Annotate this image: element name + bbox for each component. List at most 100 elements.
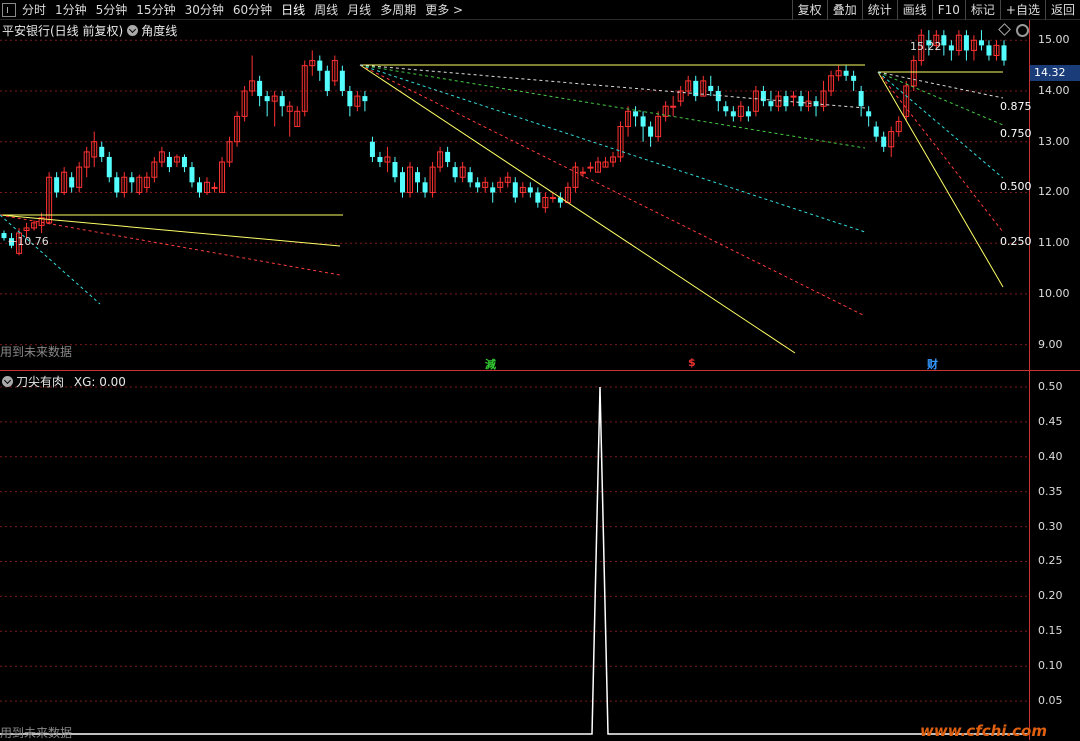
candle-body bbox=[633, 111, 639, 117]
indicator-chart[interactable] bbox=[0, 371, 1030, 740]
candle-body bbox=[873, 126, 879, 137]
candle-body bbox=[415, 172, 421, 183]
fan-line bbox=[0, 214, 341, 247]
period-tab-7[interactable]: 周线 bbox=[314, 0, 338, 20]
toolbar-button-6[interactable]: +自选 bbox=[999, 0, 1045, 20]
future-data-note-2: 用到未来数据 bbox=[0, 726, 73, 740]
period-tab-3[interactable]: 15分钟 bbox=[136, 0, 175, 20]
fan-line bbox=[359, 64, 866, 317]
candle-body bbox=[362, 96, 368, 102]
fan-line bbox=[0, 214, 341, 276]
candle-body bbox=[549, 197, 556, 200]
candle-body bbox=[196, 182, 202, 193]
candle-body bbox=[54, 177, 60, 193]
toolbar-button-2[interactable]: 统计 bbox=[861, 0, 897, 20]
candle-body bbox=[640, 116, 646, 127]
candle-body bbox=[1, 233, 7, 239]
candle-body bbox=[851, 75, 857, 81]
candle-body bbox=[377, 156, 383, 163]
candle-body bbox=[211, 186, 218, 189]
candle-body bbox=[166, 156, 172, 168]
indicator-tick: 0.15 bbox=[1038, 624, 1063, 638]
indicator-tick: 0.45 bbox=[1038, 414, 1063, 428]
candle-body bbox=[347, 91, 353, 107]
fan-label-0875: 0.875 bbox=[1000, 100, 1032, 113]
candle-body bbox=[648, 126, 654, 137]
toolbar-actions: 复权 叠加 统计 画线 F10 标记 +自选 返回 bbox=[791, 0, 1080, 20]
fan-line bbox=[877, 71, 1004, 126]
candle-body bbox=[317, 60, 323, 71]
candle-body bbox=[708, 85, 714, 92]
indicator-menu-icon[interactable] bbox=[127, 25, 139, 36]
fan-line bbox=[877, 71, 1004, 99]
toolbar-button-1[interactable]: 叠加 bbox=[826, 0, 862, 20]
candle-body bbox=[986, 45, 992, 56]
toolbar-button-3[interactable]: 画线 bbox=[896, 0, 932, 20]
fan-line bbox=[359, 64, 796, 354]
indicator-tick: 0.25 bbox=[1038, 554, 1063, 568]
candle-body bbox=[723, 106, 729, 112]
candle-body bbox=[452, 167, 458, 178]
candle-body bbox=[798, 96, 804, 107]
toolbar-button-7[interactable]: 返回 bbox=[1044, 0, 1080, 20]
fan-line bbox=[359, 64, 866, 149]
candle-body bbox=[279, 96, 285, 107]
candle-body bbox=[948, 45, 954, 51]
candle-body bbox=[257, 80, 263, 97]
toolbar-button-4[interactable]: F10 bbox=[931, 0, 965, 20]
price-tick: 12.00 bbox=[1038, 185, 1070, 199]
period-tab-8[interactable]: 月线 bbox=[347, 0, 371, 20]
period-tab-9[interactable]: 多周期 bbox=[380, 0, 416, 20]
candle-body bbox=[768, 101, 774, 107]
main-pane-title: 平安银行(日线 前复权) 角度线 bbox=[2, 22, 177, 39]
candle-body bbox=[399, 172, 405, 193]
layout-icon[interactable] bbox=[2, 3, 16, 17]
candle-body bbox=[467, 172, 473, 183]
candle-body bbox=[858, 91, 864, 107]
candle-body bbox=[475, 182, 481, 188]
indicator-tick: 0.50 bbox=[1038, 379, 1063, 393]
candle-body bbox=[69, 177, 75, 188]
price-tick: 9.00 bbox=[1038, 337, 1063, 351]
period-tab-1[interactable]: 1分钟 bbox=[55, 0, 87, 20]
toolbar-button-5[interactable]: 标记 bbox=[964, 0, 1000, 20]
period-tab-4[interactable]: 30分钟 bbox=[185, 0, 224, 20]
candle-body bbox=[264, 96, 270, 102]
fan-label-0500: 0.500 bbox=[1000, 180, 1032, 193]
candle-body bbox=[339, 70, 345, 92]
settings-icon[interactable] bbox=[1016, 24, 1029, 37]
fan-line bbox=[877, 71, 1004, 233]
toolbar-button-0[interactable]: 复权 bbox=[791, 0, 827, 20]
candle-body bbox=[843, 70, 849, 76]
period-tab-10[interactable]: 更多 > bbox=[425, 0, 463, 20]
indicator-menu-icon-2[interactable] bbox=[2, 376, 13, 387]
period-tab-6[interactable]: 日线 bbox=[281, 0, 305, 20]
watermark: www.cfchi.com bbox=[920, 722, 1047, 740]
future-data-note: 用到未来数据 bbox=[0, 345, 73, 359]
price-tick: 13.00 bbox=[1038, 134, 1070, 148]
candle-body bbox=[512, 182, 518, 198]
candle-body bbox=[369, 141, 375, 157]
candlestick-chart[interactable] bbox=[0, 20, 1030, 370]
indicator-tick: 0.40 bbox=[1038, 449, 1063, 463]
period-tab-5[interactable]: 60分钟 bbox=[233, 0, 272, 20]
candle-body bbox=[978, 40, 984, 46]
candle-body bbox=[490, 187, 496, 193]
event-marker-dividend[interactable]: $ bbox=[688, 356, 696, 369]
sub-indicator-name[interactable]: 刀尖有肉 bbox=[16, 375, 64, 389]
stock-title[interactable]: 平安银行(日线 前复权) bbox=[2, 24, 123, 38]
period-tab-0[interactable]: 分时 bbox=[22, 0, 46, 20]
sub-pane-title: 刀尖有肉 XG: 0.00 bbox=[0, 373, 126, 390]
candle-body bbox=[730, 111, 736, 117]
period-tab-2[interactable]: 5分钟 bbox=[96, 0, 128, 20]
indicator-tick: 0.10 bbox=[1038, 659, 1063, 673]
period-tabs: 分时 1分钟 5分钟 15分钟 30分钟 60分钟 日线 周线 月线 多周期 更多 > bbox=[2, 0, 472, 20]
price-tick: 10.00 bbox=[1038, 286, 1070, 300]
indicator-tick: 0.20 bbox=[1038, 589, 1063, 603]
indicator-name[interactable]: 角度线 bbox=[141, 24, 177, 38]
candle-body bbox=[941, 35, 947, 46]
indicator-tick: 0.35 bbox=[1038, 484, 1063, 498]
price-tick: 15.00 bbox=[1038, 33, 1070, 47]
candle-body bbox=[106, 156, 112, 178]
candle-body bbox=[745, 111, 751, 117]
